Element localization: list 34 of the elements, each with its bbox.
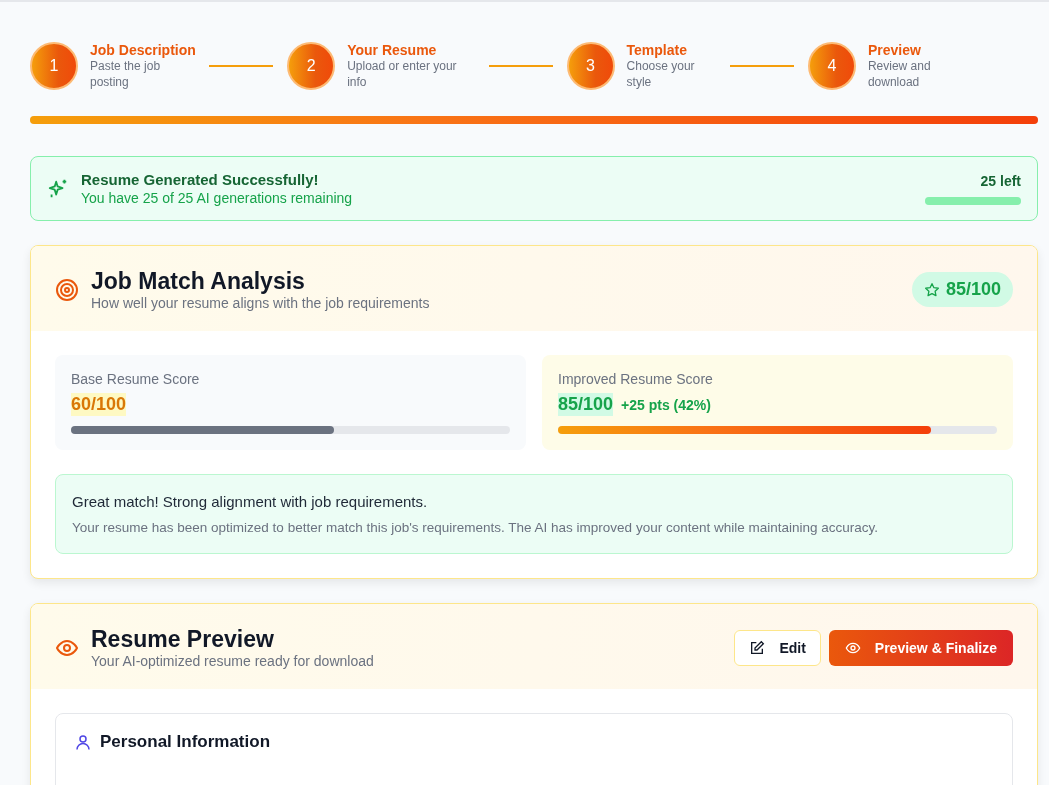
step-title: Your Resume	[347, 42, 438, 58]
step-description: Review and download	[867, 58, 932, 90]
verdict-title: Great match! Strong alignment with job requirements.	[72, 493, 429, 510]
step-number[interactable]: 2	[287, 42, 336, 90]
verdict-text: Your resume has been optimized to better match this job's requirements. The AI has improved your content while maintaining accuracy.	[72, 520, 879, 535]
edit-button[interactable]: Edit	[734, 629, 821, 666]
card-title: Job Match Analysis	[91, 268, 306, 295]
score-label: Base Resume Score	[71, 371, 201, 387]
score-value: 85/100	[558, 393, 614, 416]
score-label: Improved Resume Score	[558, 371, 714, 387]
step-number[interactable]: 1	[30, 42, 78, 90]
sparkle-icon	[47, 177, 69, 200]
score-value: 60/100	[71, 393, 127, 416]
target-icon	[55, 277, 79, 302]
step-description: Choose your style	[626, 58, 696, 90]
card-subtitle: Your AI-optimized resume ready for download	[91, 653, 375, 669]
step-title: Preview	[867, 42, 922, 58]
pencil-icon	[749, 639, 766, 656]
card-title: Resume Preview	[91, 626, 275, 653]
step-description: Upload or enter your info	[347, 58, 458, 90]
person-icon	[74, 733, 92, 751]
step-number[interactable]: 3	[566, 42, 615, 90]
score-badge: 85/100	[911, 272, 1013, 307]
generations-left: 25 left	[980, 172, 1021, 189]
step-title: Job Description	[90, 42, 196, 58]
finalize-button[interactable]: Preview & Finalize	[828, 629, 1013, 666]
step-number[interactable]: 4	[807, 42, 856, 90]
banner-title: Resume Generated Successfully!	[81, 171, 320, 188]
step-description: Paste the job posting	[90, 58, 162, 90]
section-title: Personal Information	[100, 732, 271, 752]
score-delta: +25 pts (42%)	[621, 396, 711, 413]
step-title: Template	[626, 42, 688, 58]
card-subtitle: How well your resume aligns with the job requirements	[91, 295, 431, 311]
banner-message: You have 25 of 25 AI generations remaining	[81, 190, 354, 206]
